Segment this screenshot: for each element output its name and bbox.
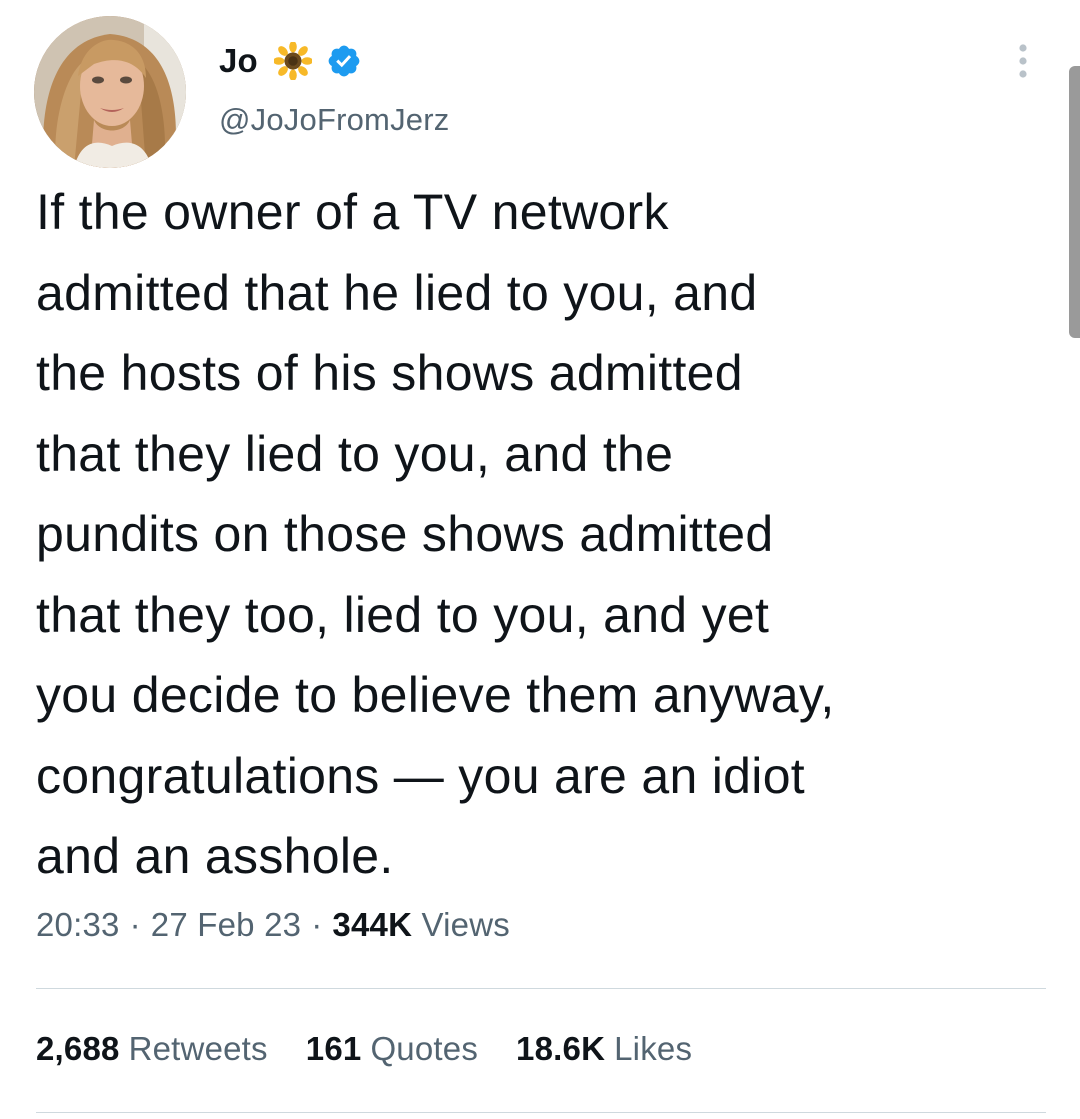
- tweet-time[interactable]: 20:33: [36, 906, 120, 943]
- likes-count: 18.6K: [516, 1030, 606, 1067]
- divider: [36, 988, 1046, 989]
- engagement-stats: 2,688 Retweets 161 Quotes 18.6K Likes: [36, 1030, 730, 1068]
- views-count: 344K: [332, 906, 413, 943]
- quotes-stat[interactable]: 161 Quotes: [306, 1030, 478, 1068]
- avatar-photo: [34, 16, 186, 168]
- likes-label: Likes: [614, 1030, 693, 1067]
- avatar[interactable]: [34, 16, 186, 168]
- tweet-meta: 20:33 · 27 Feb 23 · 344K Views: [36, 906, 510, 944]
- verified-badge-icon[interactable]: [326, 43, 362, 79]
- likes-stat[interactable]: 18.6K Likes: [516, 1030, 692, 1068]
- retweets-stat[interactable]: 2,688 Retweets: [36, 1030, 268, 1068]
- scrollbar-thumb[interactable]: [1069, 66, 1080, 338]
- tweet-date[interactable]: 27 Feb 23: [151, 906, 301, 943]
- author-display-name[interactable]: Jo: [219, 42, 258, 80]
- meta-separator: ·: [311, 906, 323, 943]
- quotes-count: 161: [305, 1030, 362, 1067]
- quotes-label: Quotes: [370, 1030, 479, 1067]
- retweets-count: 2,688: [36, 1030, 120, 1067]
- views-label: Views: [421, 906, 510, 943]
- tweet-text: If the owner of a TV network admitted th…: [36, 184, 835, 884]
- sunflower-icon: [272, 41, 313, 81]
- meta-separator: ·: [129, 906, 141, 943]
- author-handle[interactable]: @JoJoFromJerz: [219, 102, 449, 138]
- author-name-row[interactable]: Jo: [219, 38, 362, 84]
- more-options-icon[interactable]: [1010, 40, 1036, 82]
- divider: [36, 1112, 1046, 1113]
- retweets-label: Retweets: [128, 1030, 268, 1067]
